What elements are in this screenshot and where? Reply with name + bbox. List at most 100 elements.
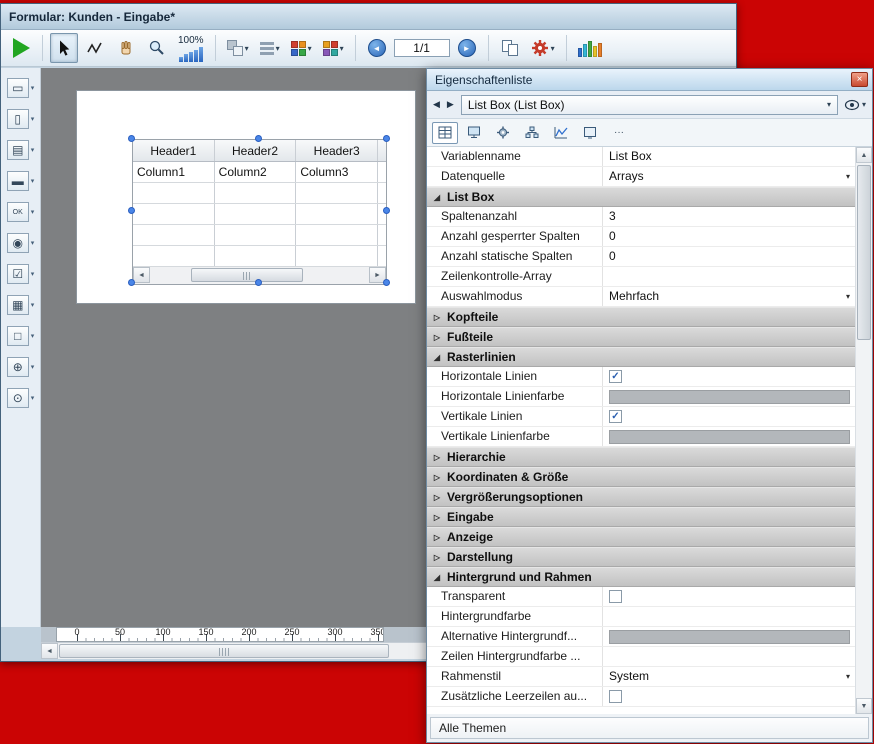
dropdown-arrow-icon[interactable]: ▾ [31, 270, 35, 278]
property-value[interactable]: Arrays▾ [603, 167, 855, 186]
prev-object-button[interactable]: ◀ [433, 99, 441, 110]
property-value[interactable] [603, 627, 855, 646]
listbox-cell[interactable] [296, 204, 378, 224]
property-value[interactable] [603, 267, 855, 286]
listbox-cell[interactable]: Column3 [296, 162, 378, 182]
window-titlebar[interactable]: Formular: Kunden - Eingabe* [1, 4, 736, 30]
checkbox[interactable] [609, 690, 622, 703]
listbox-cell[interactable] [296, 183, 378, 203]
toolbox-button-list-box[interactable]: ▤ [7, 140, 29, 160]
dropdown-arrow-icon[interactable]: ▾ [276, 44, 280, 53]
color-field[interactable] [609, 630, 850, 644]
listbox-header-cell[interactable]: Header1 [133, 140, 215, 161]
selection-handle[interactable] [128, 279, 135, 286]
dropdown-arrow-icon[interactable]: ▾ [308, 44, 312, 53]
toolbox-button-combo-box[interactable]: ▬ [7, 171, 29, 191]
page-indicator[interactable]: 1/1 [394, 39, 450, 57]
tab-curve[interactable] [548, 122, 574, 144]
dropdown-arrow-icon[interactable]: ▾ [31, 363, 35, 371]
property-group-darstellung[interactable]: ▷Darstellung [427, 547, 855, 567]
listbox-cell[interactable] [215, 204, 297, 224]
property-group-vergr-erungsoptionen[interactable]: ▷Vergrößerungsoptionen [427, 487, 855, 507]
property-row-rahmenstil[interactable]: RahmenstilSystem▾ [427, 667, 855, 687]
listbox-row[interactable]: Column1Column2Column3 [133, 162, 386, 183]
listbox-header-cell[interactable]: Header2 [215, 140, 297, 161]
property-row-zeilenkontrolle-array[interactable]: Zeilenkontrolle-Array [427, 267, 855, 287]
run-button[interactable] [7, 33, 35, 63]
checkbox[interactable]: ✓ [609, 370, 622, 383]
property-value[interactable] [603, 427, 855, 446]
property-value[interactable]: 0 [603, 247, 855, 266]
property-row-auswahlmodus[interactable]: AuswahlmodusMehrfach▾ [427, 287, 855, 307]
listbox-scroll-thumb[interactable] [191, 268, 303, 282]
tab-display[interactable] [461, 122, 487, 144]
dropdown-arrow-icon[interactable]: ▾ [846, 292, 850, 301]
prev-page-button[interactable]: ◄ [363, 33, 391, 63]
property-value[interactable] [603, 647, 855, 666]
property-grid-scrollbar[interactable]: ▲ ▼ [855, 147, 872, 714]
dropdown-arrow-icon[interactable]: ▾ [31, 394, 35, 402]
visibility-button[interactable]: ▾ [844, 99, 866, 111]
listbox-cell[interactable] [133, 183, 215, 203]
zoom-display[interactable]: 100% [174, 32, 208, 64]
properties-titlebar[interactable]: Eigenschaftenliste × [427, 69, 872, 91]
dropdown-arrow-icon[interactable]: ▾ [31, 301, 35, 309]
property-value[interactable]: 3 [603, 207, 855, 226]
tab-connections[interactable] [519, 122, 545, 144]
dropdown-arrow-icon[interactable]: ▾ [340, 44, 344, 53]
listbox-control[interactable]: Header1Header2Header3 Column1Column2Colu… [132, 139, 387, 285]
property-group-kopfteile[interactable]: ▷Kopfteile [427, 307, 855, 327]
dropdown-arrow-icon[interactable]: ▾ [31, 208, 35, 216]
property-row-horizontale-linienfarbe[interactable]: Horizontale Linienfarbe [427, 387, 855, 407]
toolbox-button-table[interactable]: ▦ [7, 295, 29, 315]
color-field[interactable] [609, 390, 850, 404]
property-value[interactable]: List Box [603, 147, 855, 166]
checkbox[interactable]: ✓ [609, 410, 622, 423]
color-scheme-button[interactable]: ▾ [287, 33, 316, 63]
toolbox-button-dial[interactable]: ⊙ [7, 388, 29, 408]
property-row-anzahl-statische-spalten[interactable]: Anzahl statische Spalten0 [427, 247, 855, 267]
toolbox-button-edit-field[interactable]: ▯ [7, 109, 29, 129]
property-row-horizontale-linien[interactable]: Horizontale Linien✓ [427, 367, 855, 387]
close-button[interactable]: × [851, 72, 868, 87]
dropdown-arrow-icon[interactable]: ▾ [551, 44, 555, 53]
tab-settings[interactable] [490, 122, 516, 144]
selection-handle[interactable] [128, 207, 135, 214]
listbox-cell[interactable] [296, 246, 378, 266]
scroll-left-icon[interactable]: ◄ [41, 643, 58, 659]
property-row-vertikale-linienfarbe[interactable]: Vertikale Linienfarbe [427, 427, 855, 447]
property-value[interactable]: ✓ [603, 407, 855, 426]
dropdown-arrow-icon[interactable]: ▾ [846, 672, 850, 681]
listbox-header-cell[interactable]: Header3 [296, 140, 378, 161]
property-row-alternative-hintergrundf[interactable]: Alternative Hintergrundf... [427, 627, 855, 647]
selection-handle[interactable] [383, 135, 390, 142]
property-group-rasterlinien[interactable]: ◢Rasterlinien [427, 347, 855, 367]
dropdown-arrow-icon[interactable]: ▾ [827, 100, 831, 109]
tab-properties[interactable] [432, 122, 458, 144]
listbox-cell[interactable] [215, 246, 297, 266]
property-row-zus-tzliche-leerzeilen-au[interactable]: Zusätzliche Leerzeilen au... [427, 687, 855, 707]
select-tool-button[interactable] [50, 33, 78, 63]
dropdown-arrow-icon[interactable]: ▾ [245, 44, 249, 53]
dropdown-arrow-icon[interactable]: ▾ [31, 84, 35, 92]
next-page-button[interactable]: ► [453, 33, 481, 63]
property-row-vertikale-linien[interactable]: Vertikale Linien✓ [427, 407, 855, 427]
color-field[interactable] [609, 430, 850, 444]
property-row-hintergrundfarbe[interactable]: Hintergrundfarbe [427, 607, 855, 627]
property-value[interactable] [603, 587, 855, 606]
themes-footer[interactable]: Alle Themen [430, 717, 869, 739]
settings-button[interactable]: ▾ [527, 33, 559, 63]
property-value[interactable] [603, 607, 855, 626]
property-value[interactable] [603, 687, 855, 706]
property-value[interactable]: Mehrfach▾ [603, 287, 855, 306]
selection-handle[interactable] [128, 135, 135, 142]
dropdown-arrow-icon[interactable]: ▾ [31, 177, 35, 185]
draw-tool-button[interactable] [81, 33, 109, 63]
form-surface[interactable]: Header1Header2Header3 Column1Column2Colu… [76, 90, 416, 304]
listbox-row[interactable] [133, 246, 386, 267]
scroll-down-icon[interactable]: ▼ [856, 698, 872, 714]
toolbox-button-panel[interactable]: □ [7, 326, 29, 346]
property-group-hierarchie[interactable]: ▷Hierarchie [427, 447, 855, 467]
scroll-up-icon[interactable]: ▲ [856, 147, 872, 163]
listbox-cell[interactable]: Column2 [215, 162, 297, 182]
